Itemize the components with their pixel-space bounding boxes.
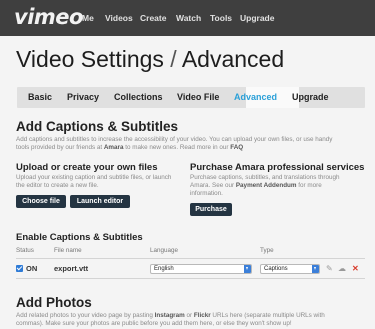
cloud-icon[interactable]: ☁ [338,264,346,273]
purchase-description-line1: Purchase captions, subtitles, and transl… [190,174,340,181]
pencil-icon[interactable]: ✎ [326,264,333,273]
nav-upgrade[interactable]: Upgrade [240,13,274,23]
tab-video-file[interactable]: Video File [177,92,219,102]
captions-desc-text: tools provided by our friends at [16,144,104,151]
status-checkbox[interactable] [16,265,23,272]
upload-description-line2: the editor to create a new file. [16,182,99,189]
table-divider-top [16,258,365,259]
chevron-down-icon [312,265,319,273]
upload-description-line1: Upload your existing caption and subtitl… [16,174,172,181]
nav-create[interactable]: Create [140,13,166,23]
purchase-desc-text-2: for more [296,182,322,189]
vimeo-logo[interactable]: vimeo [14,5,83,29]
upload-heading: Upload or create your own files [16,162,158,173]
language-select-value: English [154,266,174,272]
nav-me[interactable]: Me [82,13,94,23]
photos-desc-text-2: or [184,312,194,319]
amara-link[interactable]: Amara [104,144,124,151]
photos-heading: Add Photos [16,295,92,310]
purchase-description-line2: Amara. See our Payment Addendum for more [190,182,322,190]
chevron-down-icon [244,265,251,273]
column-header-language: Language [150,247,179,254]
tab-advanced[interactable]: Advanced [234,92,277,102]
photos-description-line2: commas). Make sure your photos are publi… [16,320,292,327]
tab-upgrade[interactable]: Upgrade [292,92,329,102]
column-header-type: Type [260,247,274,254]
captions-desc-text-2: to make new ones. Read more in our [123,144,231,151]
settings-tabs: Basic Privacy Collections Video File Adv… [17,87,365,108]
page-title-main: Video Settings [16,46,164,72]
table-divider-bottom [16,278,365,279]
flickr-label: Flickr [193,312,211,319]
tab-privacy[interactable]: Privacy [67,92,99,102]
photos-desc-text: Add related photos to your video page by… [16,312,155,319]
choose-file-button[interactable]: Choose file [16,195,66,208]
tab-collections[interactable]: Collections [114,92,163,102]
type-select-value: Captions [264,266,288,272]
tab-basic[interactable]: Basic [28,92,52,102]
column-header-file-name: File name [54,247,82,254]
launch-editor-button[interactable]: Launch editor [70,195,130,208]
purchase-button[interactable]: Purchase [190,203,232,216]
page-title-sub: Advanced [181,46,285,72]
purchase-heading: Purchase Amara professional services [190,162,365,173]
payment-addendum-link[interactable]: Payment Addendum [236,182,297,189]
page-title-separator: / [163,46,182,72]
status-value: ON [26,264,38,273]
column-header-status: Status [16,247,34,254]
enable-captions-heading: Enable Captions & Subtitles [16,232,143,243]
page-title: Video Settings / Advanced [16,46,284,73]
captions-description-line2: tools provided by our friends at Amara t… [16,144,243,152]
faq-link[interactable]: FAQ [230,144,243,151]
nav-tools[interactable]: Tools [210,13,232,23]
nav-videos[interactable]: Videos [105,13,133,23]
top-nav-bar: vimeo Me Videos Create Watch Tools Upgra… [0,0,375,36]
language-select[interactable]: English [150,264,252,274]
nav-watch[interactable]: Watch [176,13,201,23]
captions-heading: Add Captions & Subtitles [16,119,178,134]
photos-description-line1: Add related photos to your video page by… [16,312,325,320]
instagram-label: Instagram [154,312,185,319]
delete-icon[interactable]: ✕ [352,264,359,273]
purchase-description-line3: information. [190,190,223,197]
captions-description-line1: Add captions and subtitles to increase t… [16,136,333,143]
file-name-value: export.vtt [54,264,89,273]
purchase-desc-text: Amara. See our [190,182,236,189]
type-select[interactable]: Captions [260,264,320,274]
photos-desc-text-3: URLs here (separate multiple URLs with [210,312,325,319]
